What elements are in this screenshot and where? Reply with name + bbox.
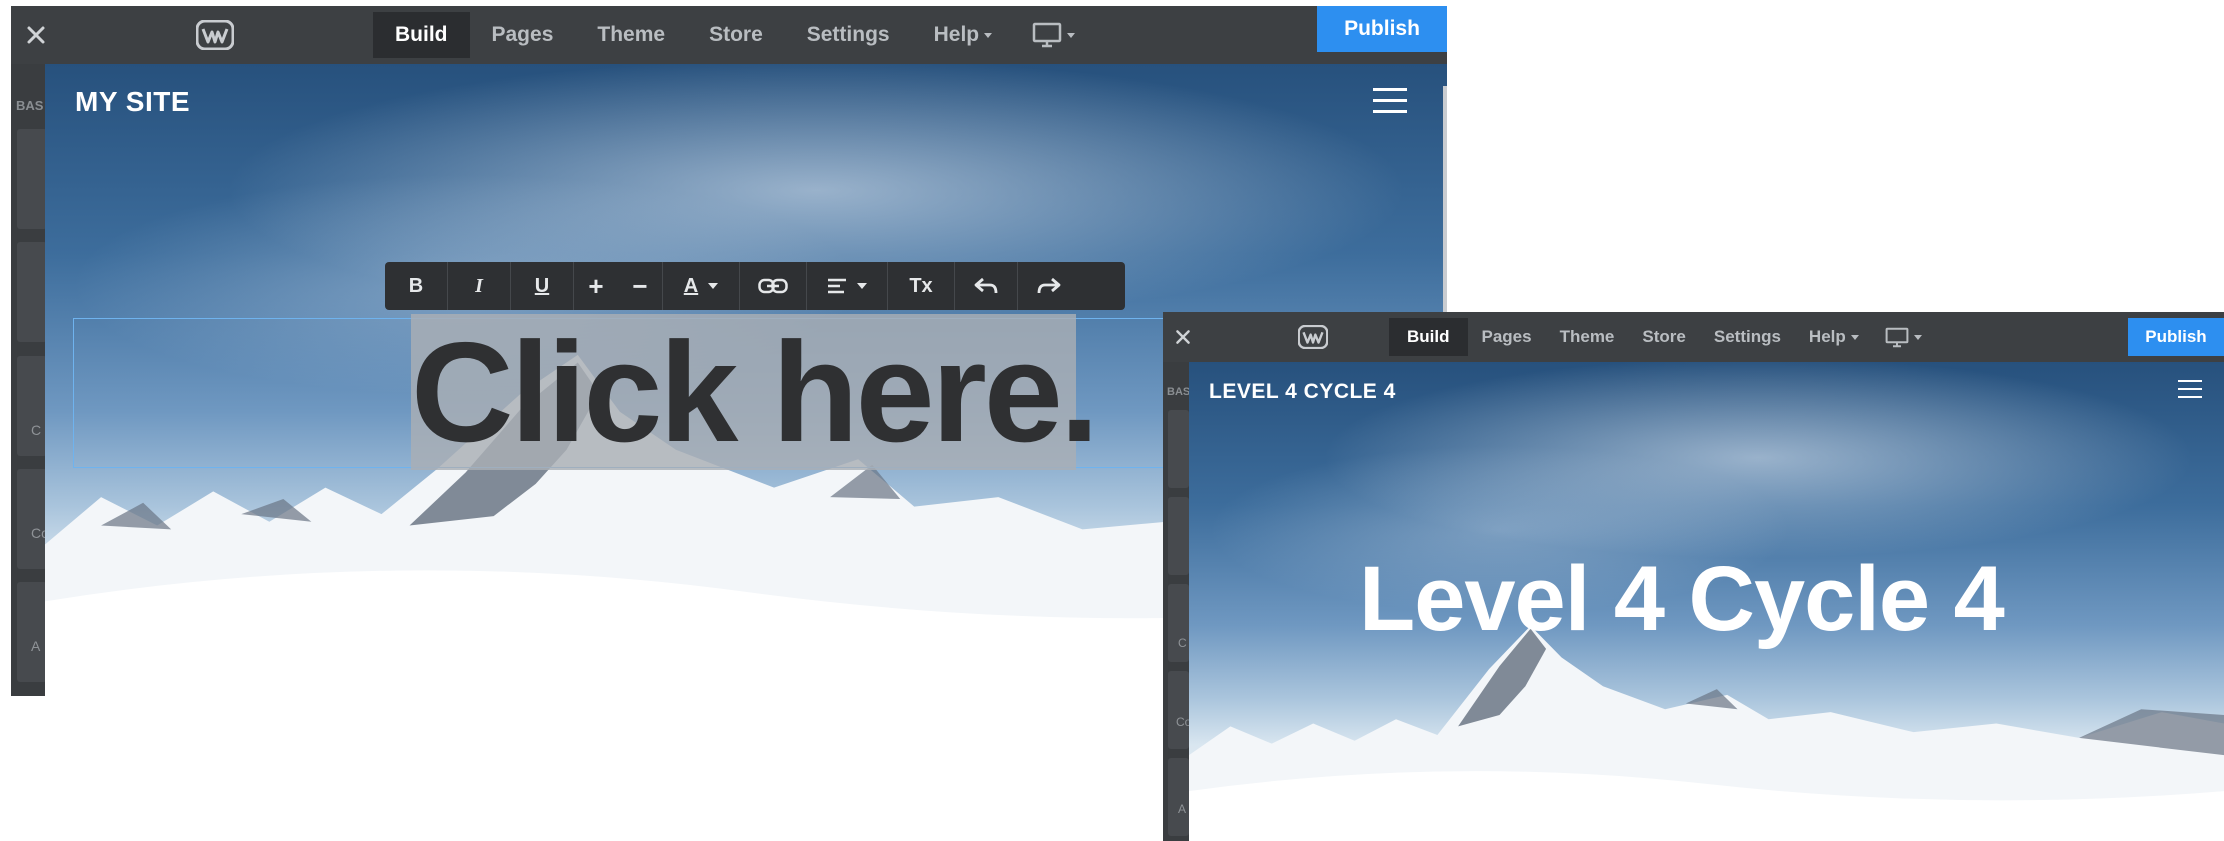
publish-button[interactable]: Publish [1317, 6, 1447, 52]
site-title[interactable]: MY SITE [75, 86, 190, 118]
chevron-down-icon [1067, 32, 1076, 38]
bold-button[interactable]: B [385, 262, 447, 310]
hero-headline[interactable]: Click here. [411, 318, 1099, 468]
publish-button[interactable]: Publish [2128, 318, 2224, 356]
menu-icon[interactable] [2178, 380, 2202, 398]
tab-store-label: Store [1642, 327, 1686, 346]
tab-help-label: Help [933, 23, 980, 46]
undo-icon [974, 277, 998, 294]
sidebar-element-tile[interactable]: Co [17, 469, 49, 569]
tab-help-label: Help [1808, 327, 1846, 346]
main-nav: Build Pages Theme Store Settings Help [373, 12, 1093, 58]
device-switcher[interactable] [1873, 318, 1934, 356]
tab-theme-label: Theme [597, 23, 666, 46]
underline-button[interactable]: U [511, 262, 573, 310]
weebly-logo-icon [196, 20, 234, 50]
decrease-size-button[interactable]: − [618, 262, 662, 310]
text-color-label: A [683, 274, 699, 297]
chevron-down-icon [708, 283, 719, 289]
redo-button[interactable] [1018, 262, 1080, 310]
bold-label: B [408, 274, 424, 297]
weebly-logo-icon [1298, 325, 1328, 349]
tab-settings-label: Settings [806, 23, 890, 46]
desktop-icon [1032, 22, 1062, 48]
sidebar-section-label: BAS [16, 98, 44, 113]
tab-pages[interactable]: Pages [470, 12, 576, 58]
tab-theme[interactable]: Theme [1546, 318, 1629, 356]
chevron-down-icon [984, 32, 993, 38]
close-icon [1176, 330, 1190, 344]
sidebar-tile-label: A [31, 638, 41, 654]
site-hero-section[interactable]: LEVEL 4 CYCLE 4 Level 4 Cycle 4 [1189, 362, 2224, 841]
tab-store-label: Store [709, 23, 763, 46]
editor-topbar: Build Pages Theme Store Settings Help Pu… [1163, 312, 2224, 362]
tab-build-label: Build [1407, 327, 1450, 346]
site-title[interactable]: LEVEL 4 CYCLE 4 [1209, 380, 1396, 404]
elements-sidebar: BAS C Co A [11, 64, 49, 696]
align-left-icon [828, 278, 846, 294]
publish-label: Publish [2145, 327, 2207, 346]
hero-headline[interactable]: Level 4 Cycle 4 [1359, 547, 2005, 652]
tab-pages[interactable]: Pages [1468, 318, 1546, 356]
clear-format-label: Tx [909, 274, 933, 297]
tab-help[interactable]: Help [912, 12, 1015, 58]
link-button[interactable] [740, 262, 806, 310]
undo-button[interactable] [955, 262, 1017, 310]
editor-screenshot-small: Build Pages Theme Store Settings Help Pu… [1163, 312, 2224, 841]
italic-label: I [475, 274, 483, 297]
elements-sidebar: BAS C Co A [1163, 362, 1191, 841]
tab-help[interactable]: Help [1795, 318, 1873, 356]
align-button[interactable] [807, 262, 887, 310]
text-color-button[interactable]: A [663, 262, 739, 310]
close-icon [27, 26, 45, 44]
sidebar-element-tile[interactable] [17, 242, 47, 342]
weebly-logo[interactable] [145, 6, 285, 64]
editor-topbar: Build Pages Theme Store Settings Help Pu… [11, 6, 1447, 64]
increase-size-button[interactable]: + [574, 262, 618, 310]
tab-store[interactable]: Store [1628, 318, 1699, 356]
main-nav: Build Pages Theme Store Settings Help [1389, 318, 1934, 356]
desktop-icon [1885, 327, 1909, 347]
close-button[interactable] [1163, 312, 1203, 362]
tab-build[interactable]: Build [373, 12, 470, 58]
sidebar-tile-label: C [1178, 636, 1187, 650]
tab-store[interactable]: Store [687, 12, 785, 58]
sidebar-element-tile[interactable]: C [17, 356, 47, 456]
sidebar-tile-label: A [1178, 802, 1187, 816]
tab-build[interactable]: Build [1389, 318, 1468, 356]
rich-text-toolbar: B I U + − A Tx [385, 262, 1125, 310]
tab-settings[interactable]: Settings [1700, 318, 1795, 356]
tab-theme-label: Theme [1559, 327, 1615, 346]
italic-button[interactable]: I [448, 262, 510, 310]
tab-pages-label: Pages [1481, 327, 1532, 346]
sidebar-element-tile[interactable]: A [17, 582, 47, 682]
tab-build-label: Build [395, 23, 448, 46]
tab-settings[interactable]: Settings [785, 12, 912, 58]
increase-size-label: + [588, 270, 604, 301]
close-button[interactable] [11, 6, 61, 64]
redo-icon [1037, 277, 1061, 294]
link-icon [758, 278, 788, 294]
device-switcher[interactable] [1014, 12, 1093, 58]
sidebar-section-label: BAS [1167, 386, 1191, 398]
chevron-down-icon [1850, 334, 1859, 340]
clear-format-button[interactable]: Tx [888, 262, 954, 310]
sidebar-element-tile[interactable]: C [1168, 584, 1189, 662]
sidebar-tile-label: C [31, 422, 42, 438]
chevron-down-icon [857, 283, 867, 289]
decrease-size-label: − [632, 270, 648, 301]
sidebar-element-tile[interactable] [1168, 410, 1189, 488]
underline-label: U [534, 274, 550, 297]
sidebar-element-tile[interactable] [1168, 497, 1189, 575]
sidebar-element-tile[interactable] [17, 129, 47, 229]
tab-theme[interactable]: Theme [575, 12, 687, 58]
sidebar-element-tile[interactable]: Co [1168, 671, 1191, 749]
tab-settings-label: Settings [1713, 327, 1781, 346]
weebly-logo[interactable] [1263, 312, 1363, 362]
chevron-down-icon [1913, 334, 1922, 340]
publish-label: Publish [1344, 17, 1420, 40]
tab-pages-label: Pages [491, 23, 554, 46]
menu-icon[interactable] [1373, 88, 1407, 113]
sidebar-element-tile[interactable]: A [1168, 758, 1189, 836]
